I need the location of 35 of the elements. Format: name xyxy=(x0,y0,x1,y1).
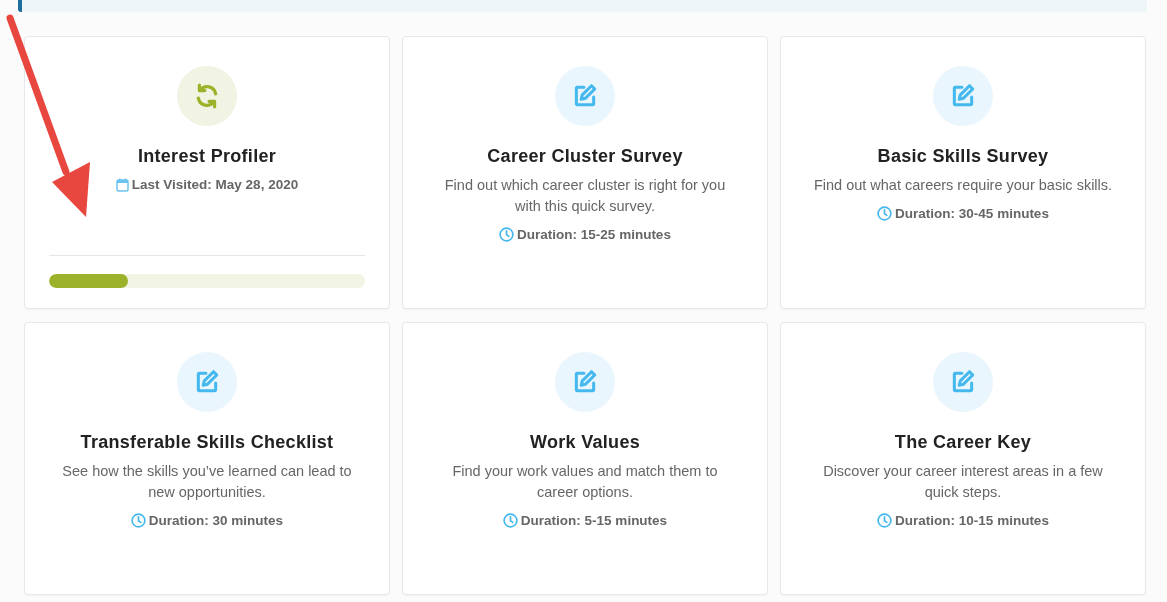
clock-icon xyxy=(130,513,146,528)
card-title: Transferable Skills Checklist xyxy=(80,432,334,453)
clock-icon xyxy=(877,513,893,528)
refresh-icon xyxy=(194,83,220,109)
edit-icon xyxy=(572,83,598,109)
card-description: Find out what careers require your basic skills. xyxy=(813,176,1113,195)
clock-icon xyxy=(502,513,518,528)
assessment-card[interactable]: Interest Profiler Last Visited: May 28, 2020 xyxy=(24,36,390,309)
edit-icon xyxy=(950,83,976,109)
card-description: See how the skills you’ve learned can lead to new opportunities. xyxy=(61,462,353,502)
edit-icon xyxy=(950,369,976,395)
card-description: Discover your career interest areas in a few quick steps. xyxy=(822,462,1104,502)
duration-text: Duration: 30-45 minutes xyxy=(895,206,1049,221)
duration-text: Duration: 30 minutes xyxy=(148,513,284,528)
duration-text: Duration: 15-25 minutes xyxy=(517,227,671,242)
clock-icon xyxy=(877,206,893,221)
assessment-card[interactable]: Transferable Skills Checklist See how the skills you’ve learned can lead to new opportunities. Duration: 30 minutes xyxy=(24,322,390,595)
card-description: Find your work values and match them to career options. xyxy=(451,462,719,502)
card-title: The Career Key xyxy=(894,432,1032,453)
card-title: Work Values xyxy=(530,432,640,453)
card-title: Interest Profiler xyxy=(137,146,277,167)
card-title: Basic Skills Survey xyxy=(877,146,1049,167)
last-visited-text: Last Visited: May 28, 2020 xyxy=(131,177,299,192)
assessment-card[interactable]: Work Values Find your work values and match them to career options. Duration: 5-15 minutes xyxy=(402,322,768,595)
duration-text: Duration: 10-15 minutes xyxy=(895,513,1049,528)
card-description: Find out which career cluster is right for you with this quick survey. xyxy=(443,176,727,216)
assessment-card[interactable]: Basic Skills Survey Find out what careers require your basic skills. Duration: 30-45 minutes xyxy=(780,36,1146,309)
edit-icon xyxy=(194,369,220,395)
card-title: Career Cluster Survey xyxy=(487,146,683,167)
edit-icon xyxy=(572,369,598,395)
assessment-card[interactable]: Career Cluster Survey Find out which career cluster is right for you with this quick survey. Duration: 15-25 minutes xyxy=(402,36,768,309)
calendar-icon xyxy=(115,177,129,192)
clock-icon xyxy=(499,227,515,242)
assessment-card[interactable]: The Career Key Discover your career interest areas in a few quick steps. Duration: 10-15 minutes xyxy=(780,322,1146,595)
duration-text: Duration: 5-15 minutes xyxy=(520,513,668,528)
